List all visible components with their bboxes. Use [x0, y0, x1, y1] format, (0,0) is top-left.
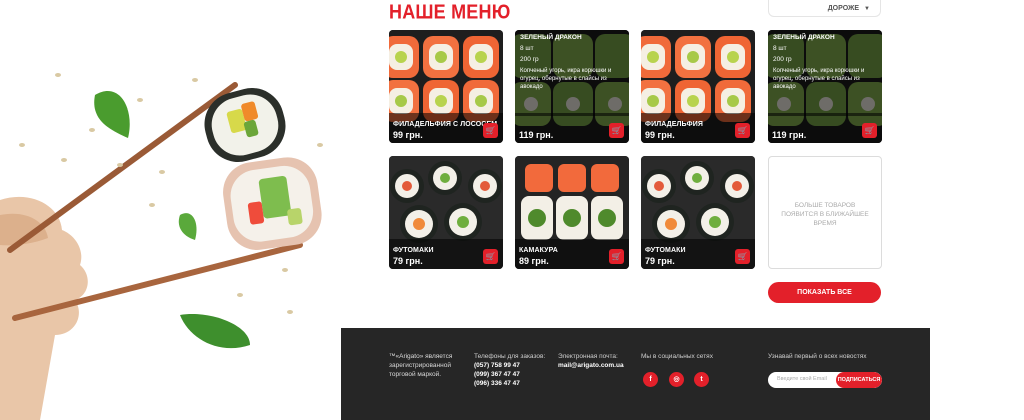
caret-down-icon: ▼ [864, 6, 870, 12]
product-price: 119 грн. [772, 130, 807, 140]
product-price: 119 грн. [519, 130, 554, 140]
email-link[interactable]: mail@arigato.com.ua [558, 361, 624, 370]
product-price: 89 грн. [519, 256, 549, 266]
cart-icon[interactable]: 🛒 [735, 123, 750, 138]
phone-link[interactable]: (099) 367 47 47 [474, 370, 545, 379]
product-card[interactable]: ЗЕЛЕНЫЙ ДРАКОН 8 шт 200 гр Копченый угор… [515, 30, 629, 143]
email-input[interactable]: Введите свой Email [777, 376, 827, 382]
coming-soon-text: БОЛЬШЕ ТОВАРОВ ПОЯВИТСЯ В БЛИЖАЙШЕЕ ВРЕМ… [781, 202, 869, 227]
product-weight: 200 гр [520, 56, 539, 63]
product-name: ФУТОМАКИ [645, 247, 686, 254]
social-block: Мы в социальных сетях [641, 353, 713, 360]
footer: ™«Arigato» является зарегистрированной т… [341, 328, 930, 420]
trademark-note: ™«Arigato» является зарегистрированной т… [389, 353, 453, 378]
product-name: ФИЛАДЕЛЬФИЯ [645, 121, 703, 128]
product-count: 8 шт [773, 45, 787, 52]
product-name: КАМАКУРА [519, 247, 558, 254]
phone-link[interactable]: (096) 336 47 47 [474, 379, 545, 388]
product-name: ЗЕЛЕНЫЙ ДРАКОН [520, 34, 582, 41]
subscribe-button[interactable]: ПОДПИСАТЬСЯ [836, 372, 882, 388]
product-card[interactable]: КАМАКУРА 89 грн. 🛒 [515, 156, 629, 269]
product-description: Копченый угорь, икра корюшки и огурец, о… [773, 68, 865, 90]
product-details: ЗЕЛЕНЫЙ ДРАКОН 8 шт 200 гр Копченый угор… [515, 30, 629, 116]
coming-soon-card: БОЛЬШЕ ТОВАРОВ ПОЯВИТСЯ В БЛИЖАЙШЕЕ ВРЕМ… [768, 156, 882, 269]
product-name: ФИЛАДЕЛЬФИЯ С ЛОСОСЕМ [393, 121, 498, 128]
product-price: 99 грн. [645, 130, 675, 140]
product-description: Копченый угорь, икра корюшки и огурец, о… [520, 68, 612, 90]
facebook-icon[interactable]: f [643, 372, 658, 387]
cart-icon[interactable]: 🛒 [483, 249, 498, 264]
twitter-icon[interactable]: t [694, 372, 709, 387]
product-price: 79 грн. [645, 256, 675, 266]
product-name: ЗЕЛЕНЫЙ ДРАКОН [773, 34, 835, 41]
newsletter-form: Введите свой Email ПОДПИСАТЬСЯ [768, 372, 882, 388]
product-count: 8 шт [520, 45, 534, 52]
cart-icon[interactable]: 🛒 [862, 123, 877, 138]
product-name: ФУТОМАКИ [393, 247, 434, 254]
hero-sushi-image [0, 0, 340, 420]
product-details: ЗЕЛЕНЫЙ ДРАКОН 8 шт 200 гр Копченый угор… [768, 30, 882, 116]
cart-icon[interactable]: 🛒 [483, 123, 498, 138]
sort-dropdown[interactable]: ДОРОЖЕ ▼ [768, 0, 881, 17]
sort-selected: ДОРОЖЕ [827, 5, 860, 12]
newsletter-block: Узнавай первый о всех новостях [768, 353, 867, 360]
cart-icon[interactable]: 🛒 [735, 249, 750, 264]
product-card[interactable]: ФИЛАДЕЛЬФИЯ С ЛОСОСЕМ 99 грн. 🛒 [389, 30, 503, 143]
product-weight: 200 гр [773, 56, 792, 63]
cart-icon[interactable]: 🛒 [609, 249, 624, 264]
product-price: 79 грн. [393, 256, 423, 266]
product-card[interactable]: ЗЕЛЕНЫЙ ДРАКОН 8 шт 200 гр Копченый угор… [768, 30, 882, 143]
phones-block: Телефоны для заказов: (057) 758 99 47 (0… [474, 353, 546, 388]
product-card[interactable]: ФИЛАДЕЛЬФИЯ 99 грн. 🛒 [641, 30, 755, 143]
page-title: НАШЕ МЕНЮ [389, 0, 511, 23]
product-price: 99 грн. [393, 130, 423, 140]
phone-link[interactable]: (057) 758 99 47 [474, 361, 545, 370]
show-all-button[interactable]: ПОКАЗАТЬ ВСЕ [768, 282, 881, 303]
email-block: Электронная почта: mail@arigato.com.ua [558, 353, 624, 370]
instagram-icon[interactable]: ◎ [669, 372, 684, 387]
product-card[interactable]: ФУТОМАКИ 79 грн. 🛒 [641, 156, 755, 269]
product-card[interactable]: ФУТОМАКИ 79 грн. 🛒 [389, 156, 503, 269]
cart-icon[interactable]: 🛒 [609, 123, 624, 138]
